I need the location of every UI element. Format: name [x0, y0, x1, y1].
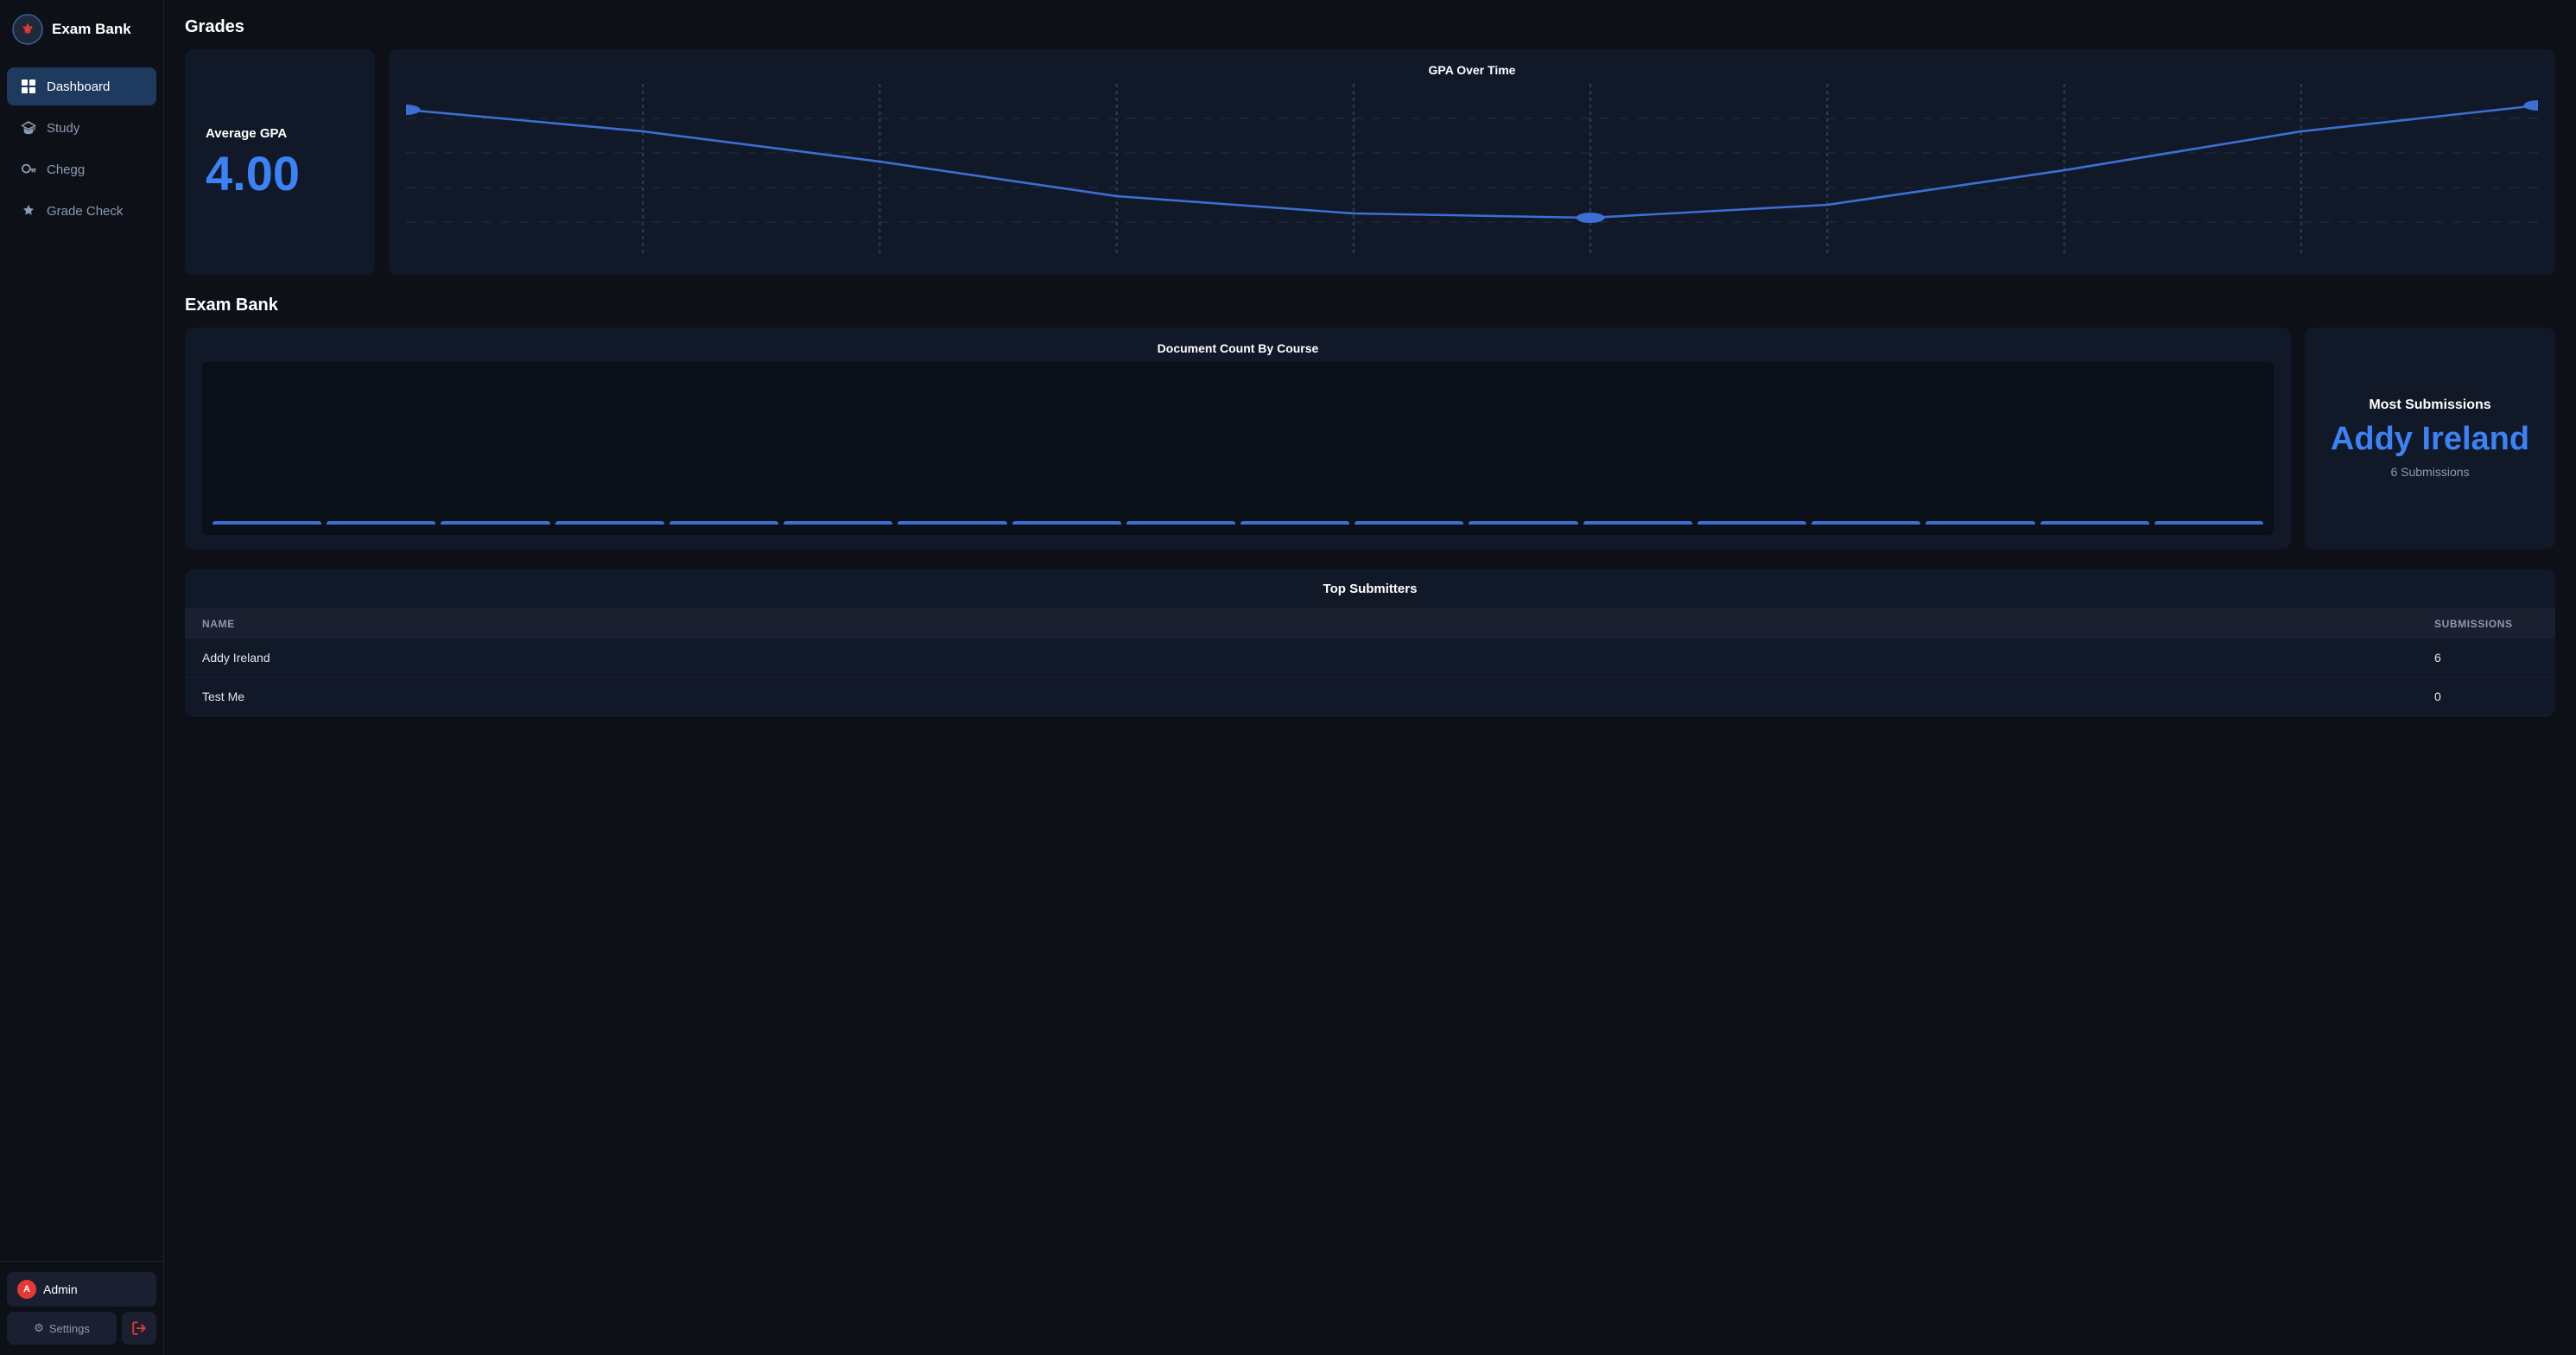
app-title: Exam Bank: [52, 21, 131, 38]
bar-column: [1697, 521, 1806, 525]
bar-column: [2040, 521, 2149, 525]
bar-column: [1012, 521, 1121, 525]
sidebar-item-study-label: Study: [47, 121, 79, 136]
bar: [1126, 521, 1235, 525]
bar: [1697, 521, 1806, 525]
gpa-chart-card: GPA Over Time: [389, 49, 2555, 275]
grid-icon: [21, 79, 36, 94]
graduation-cap-icon: [21, 120, 36, 136]
avg-gpa-label: Average GPA: [206, 126, 354, 141]
gpa-line-chart: [406, 84, 2538, 257]
sidebar-nav: Dashboard Study Chegg: [0, 59, 163, 1261]
most-submissions-name: Addy Ireland: [2331, 422, 2529, 458]
bar-column: [1926, 521, 2034, 525]
bar: [1811, 521, 1920, 525]
bar: [1240, 521, 1349, 525]
sidebar-bottom: A Admin ⚙ Settings: [0, 1261, 163, 1355]
table-rows-container: Addy Ireland 6 Test Me 0: [185, 639, 2555, 716]
bar: [2154, 521, 2263, 525]
sidebar-item-chegg[interactable]: Chegg: [7, 150, 156, 188]
submitter-count: 0: [2434, 690, 2538, 703]
bar-column: [1583, 521, 1692, 525]
table-row: Addy Ireland 6: [185, 639, 2555, 678]
star-icon: [21, 203, 36, 219]
admin-button[interactable]: A Admin: [7, 1272, 156, 1307]
bar-column: [1811, 521, 1920, 525]
bar-column: [441, 521, 549, 525]
doc-count-card: Document Count By Course: [185, 328, 2291, 549]
sidebar-item-chegg-label: Chegg: [47, 162, 85, 177]
settings-button[interactable]: ⚙ Settings: [7, 1312, 117, 1345]
sidebar-item-dashboard[interactable]: Dashboard: [7, 67, 156, 105]
col-name-header: NAME: [202, 618, 2434, 630]
grades-title: Grades: [185, 17, 2555, 37]
sidebar-item-grade-check[interactable]: Grade Check: [7, 192, 156, 230]
avg-gpa-card: Average GPA 4.00: [185, 49, 375, 275]
key-icon: [21, 162, 36, 177]
sidebar: ⚜ Exam Bank Dashboard: [0, 0, 164, 1355]
bar-column: [555, 521, 664, 525]
gear-icon: ⚙: [34, 1321, 44, 1335]
main-content: Grades Average GPA 4.00 GPA Over Time: [164, 0, 2576, 1355]
bar-column: [327, 521, 435, 525]
bar: [1469, 521, 1577, 525]
bar-column: [669, 521, 778, 525]
grades-row: Average GPA 4.00 GPA Over Time: [185, 49, 2555, 275]
top-submitters-title: Top Submitters: [185, 569, 2555, 609]
settings-label: Settings: [49, 1322, 90, 1335]
bar: [2040, 521, 2149, 525]
sidebar-item-study[interactable]: Study: [7, 109, 156, 147]
col-submissions-header: SUBMISSIONS: [2434, 618, 2538, 630]
bar: [1583, 521, 1692, 525]
most-submissions-card: Most Submissions Addy Ireland 6 Submissi…: [2305, 328, 2555, 549]
logout-button[interactable]: [122, 1312, 156, 1345]
bar-column: [784, 521, 892, 525]
sidebar-item-dashboard-label: Dashboard: [47, 80, 110, 94]
logout-icon: [131, 1320, 147, 1336]
bar-column: [898, 521, 1006, 525]
bottom-actions: ⚙ Settings: [7, 1312, 156, 1345]
table-row: Test Me 0: [185, 678, 2555, 716]
bar-chart: [202, 362, 2274, 535]
bar: [327, 521, 435, 525]
bar: [555, 521, 664, 525]
bar: [898, 521, 1006, 525]
bar: [669, 521, 778, 525]
bar-column: [2154, 521, 2263, 525]
bar: [1012, 521, 1121, 525]
exam-bank-title: Exam Bank: [185, 296, 2555, 315]
sidebar-item-grade-check-label: Grade Check: [47, 204, 123, 219]
exam-bank-row: Document Count By Course Most Submission…: [185, 328, 2555, 549]
bar-column: [1126, 521, 1235, 525]
svg-text:⚜: ⚜: [22, 22, 34, 37]
bar: [1355, 521, 1463, 525]
bar-column: [1355, 521, 1463, 525]
bar-column: [213, 521, 321, 525]
most-submissions-label: Most Submissions: [2369, 398, 2490, 413]
admin-avatar: A: [17, 1280, 36, 1299]
most-submissions-count: 6 Submissions: [2390, 465, 2469, 479]
logo-area: ⚜ Exam Bank: [0, 0, 163, 59]
grades-section: Grades Average GPA 4.00 GPA Over Time: [185, 17, 2555, 275]
bar-column: [1240, 521, 1349, 525]
bar: [1926, 521, 2034, 525]
table-header: NAME SUBMISSIONS: [185, 609, 2555, 639]
gpa-chart-title: GPA Over Time: [406, 63, 2538, 77]
avg-gpa-value: 4.00: [206, 149, 354, 198]
bar: [441, 521, 549, 525]
admin-label: Admin: [43, 1282, 78, 1296]
logo-icon: ⚜: [12, 14, 43, 45]
submitter-count: 6: [2434, 651, 2538, 665]
bar: [213, 521, 321, 525]
top-submitters-card: Top Submitters NAME SUBMISSIONS Addy Ire…: [185, 569, 2555, 716]
submitter-name: Addy Ireland: [202, 651, 2434, 665]
exam-bank-section: Exam Bank Document Count By Course Most …: [185, 296, 2555, 716]
submitter-name: Test Me: [202, 690, 2434, 703]
doc-count-title: Document Count By Course: [202, 341, 2274, 355]
bar-column: [1469, 521, 1577, 525]
bar: [784, 521, 892, 525]
